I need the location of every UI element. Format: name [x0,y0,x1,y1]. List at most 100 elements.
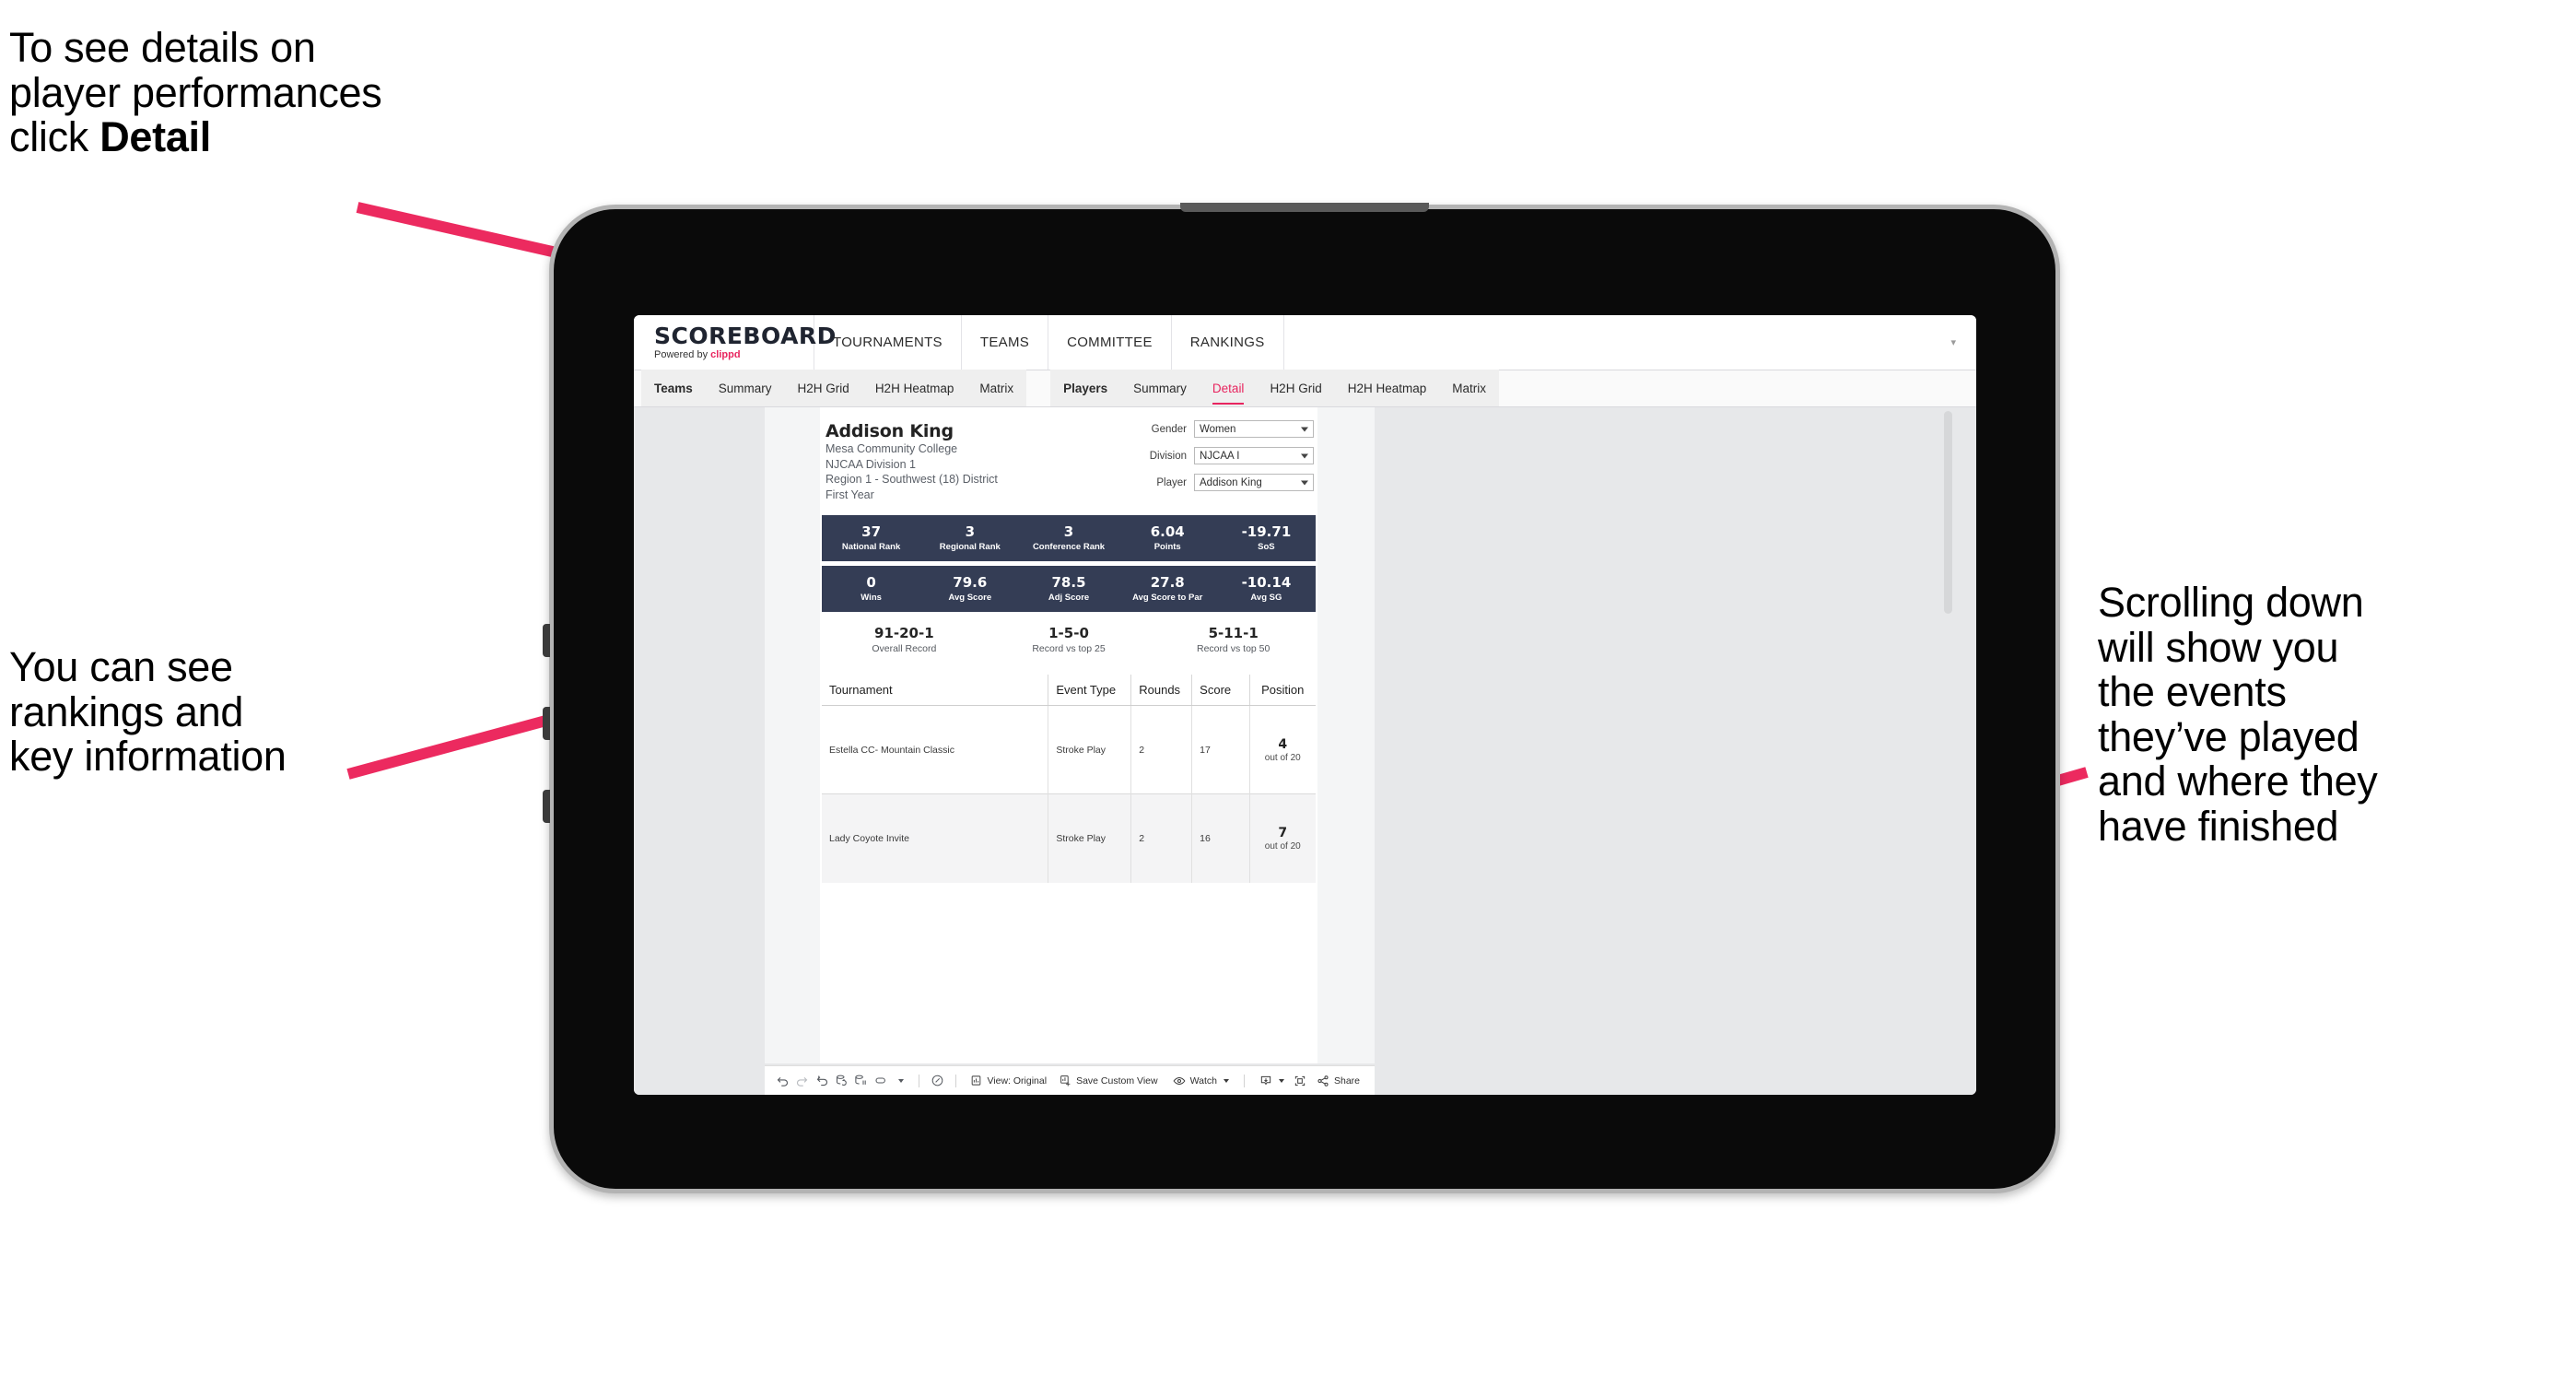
tab-players-matrix[interactable]: Matrix [1439,370,1499,406]
tab-teams-matrix[interactable]: Matrix [966,370,1026,406]
col-position[interactable]: Position [1249,675,1316,706]
brand-logo[interactable]: SCOREBOARD Powered by clippd [634,315,837,370]
cell-position-sub: out of 20 [1264,840,1301,852]
revert-icon[interactable] [813,1071,830,1091]
tab-players-detail[interactable]: Detail [1200,370,1258,406]
stat-conference-rank-value: 3 [1063,523,1074,540]
callout-detail-instruction: To see details on player performances cl… [9,25,382,161]
top-nav-rankings[interactable]: RANKINGS [1172,315,1284,370]
workspace-scrollbar[interactable] [1944,411,1952,1091]
brand-powered-prefix: Powered by [654,349,711,360]
undo-icon[interactable] [774,1071,791,1091]
tablet-button-volume-up[interactable] [543,624,550,657]
view-original-button[interactable]: View: Original [965,1075,1052,1086]
record-overall: 91-20-1 Overall Record [822,625,987,654]
subnav-group-players: Players Summary Detail H2H Grid H2H Heat… [1050,370,1499,406]
stat-bar-scoring: 0 Wins 79.6 Avg Score 78.5 Adj Score 27.… [822,566,1316,612]
tablet-screen: SCOREBOARD Powered by clippd TOURNAMENTS… [634,315,1976,1095]
filter-row-gender: Gender Women [1130,420,1314,438]
filter-select-gender[interactable]: Women [1194,420,1314,438]
stat-avg-score-value: 79.6 [953,573,988,591]
tab-players-h2h-heatmap[interactable]: H2H Heatmap [1335,370,1440,406]
cell-position-value: 7 [1278,825,1288,840]
table-row[interactable]: Lady Coyote Invite Stroke Play 2 16 7 ou… [822,793,1316,883]
stat-sos-value: -19.71 [1241,523,1292,540]
stat-regional-rank: 3 Regional Rank [920,523,1019,553]
cell-position: 7 out of 20 [1249,793,1316,883]
cell-rounds: 2 [1130,705,1193,794]
cell-rounds: 2 [1130,793,1193,883]
tournament-results-table: Tournament Event Type Rounds Score Posit… [822,675,1316,883]
stat-national-rank-label: National Rank [841,542,901,553]
col-tournament[interactable]: Tournament [822,675,1049,706]
watch-label: Watch [1189,1075,1217,1086]
subnav-group-teams: Teams Summary H2H Grid H2H Heatmap Matri… [641,370,1027,406]
subnav-bar: Teams Summary H2H Grid H2H Heatmap Matri… [634,370,1976,407]
refresh-data-icon[interactable] [833,1071,850,1091]
record-top50-value: 5-11-1 [1208,625,1259,641]
stat-regional-rank-label: Regional Rank [939,542,1001,553]
record-top50-label: Record vs top 50 [1196,643,1270,654]
tab-teams-h2h-heatmap[interactable]: H2H Heatmap [862,370,967,406]
table-row[interactable]: Estella CC- Mountain Classic Stroke Play… [822,705,1316,794]
callout-scroll-line5: and where they [2098,758,2378,805]
record-top25-value: 1-5-0 [1048,625,1089,641]
stat-wins-value: 0 [866,573,876,591]
filter-select-division[interactable]: NJCAA I [1194,447,1314,464]
top-nav-committee[interactable]: COMMITTEE [1048,315,1172,370]
cell-score: 17 [1191,705,1250,794]
cell-position-sub: out of 20 [1264,752,1301,763]
download-button[interactable] [1254,1075,1290,1087]
tab-players-h2h-grid[interactable]: H2H Grid [1257,370,1334,406]
stat-avg-sg: -10.14 Avg SG [1217,574,1316,603]
col-rounds[interactable]: Rounds [1130,675,1193,706]
tablet-button-volume-down[interactable] [543,707,550,740]
tournament-table-head: Tournament Event Type Rounds Score Posit… [822,675,1316,706]
stat-adj-score-value: 78.5 [1051,573,1086,591]
filter-label-player: Player [1156,476,1187,488]
callout-rankings-instruction: You can see rankings and key information [9,643,287,780]
filter-panel: Gender Women Division NJCAA I Player Add… [1130,420,1314,500]
tablet-button-power[interactable] [543,790,550,823]
fullscreen-icon[interactable] [1292,1071,1309,1091]
dashboard-bottom-toolbar: View: Original Save Custom View Watch Sh… [765,1065,1375,1095]
stat-national-rank: 37 National Rank [822,523,920,553]
top-nav-tournaments[interactable]: TOURNAMENTS [814,315,962,370]
tab-teams-summary[interactable]: Summary [706,370,785,406]
share-button[interactable]: Share [1311,1075,1365,1087]
record-top25: 1-5-0 Record vs top 25 [987,625,1152,654]
tab-teams-h2h-grid[interactable]: H2H Grid [785,370,862,406]
share-label: Share [1333,1075,1361,1086]
save-custom-view-button[interactable]: Save Custom View [1054,1075,1164,1086]
pause-data-icon[interactable] [852,1071,870,1091]
stat-avg-score-label: Avg Score [948,593,992,604]
callout-scroll-line4: they’ve played [2098,712,2359,760]
brand-powered-name: clippd [710,349,741,360]
filter-value-player: Addison King [1200,476,1262,488]
callout-rankings-line1: You can see [9,643,233,690]
redo-icon[interactable] [793,1071,811,1091]
top-nav-teams[interactable]: TEAMS [962,315,1049,370]
stat-sos-label: SoS [1258,542,1275,553]
stat-wins-label: Wins [861,593,882,604]
tablet-speaker-grille [1180,203,1429,212]
workspace-scrollbar-thumb[interactable] [1944,411,1952,614]
pause-clock-icon[interactable] [928,1071,945,1091]
callout-scroll-instruction: Scrolling down will show you the events … [2098,580,2531,850]
filter-select-player[interactable]: Addison King [1194,474,1314,491]
subnav-label-teams: Teams [654,381,693,395]
tournament-table-body: Estella CC- Mountain Classic Stroke Play… [822,705,1316,883]
callout-detail-line3-bold: Detail [100,113,211,161]
col-score[interactable]: Score [1191,675,1250,706]
table-header-row: Tournament Event Type Rounds Score Posit… [822,675,1316,706]
tab-players-summary[interactable]: Summary [1120,370,1200,406]
brand-title: SCOREBOARD [654,323,837,349]
callout-detail-line2: player performances [9,68,382,116]
chevron-down-icon[interactable]: ▾ [1950,315,1976,370]
col-event-type[interactable]: Event Type [1048,675,1132,706]
stat-avg-score-to-par-label: Avg Score to Par [1132,593,1203,604]
chevron-down-icon[interactable] [891,1071,908,1091]
watch-button[interactable]: Watch [1167,1075,1235,1087]
toolbar-divider [1243,1074,1245,1087]
pill-shape-icon[interactable] [872,1071,889,1091]
